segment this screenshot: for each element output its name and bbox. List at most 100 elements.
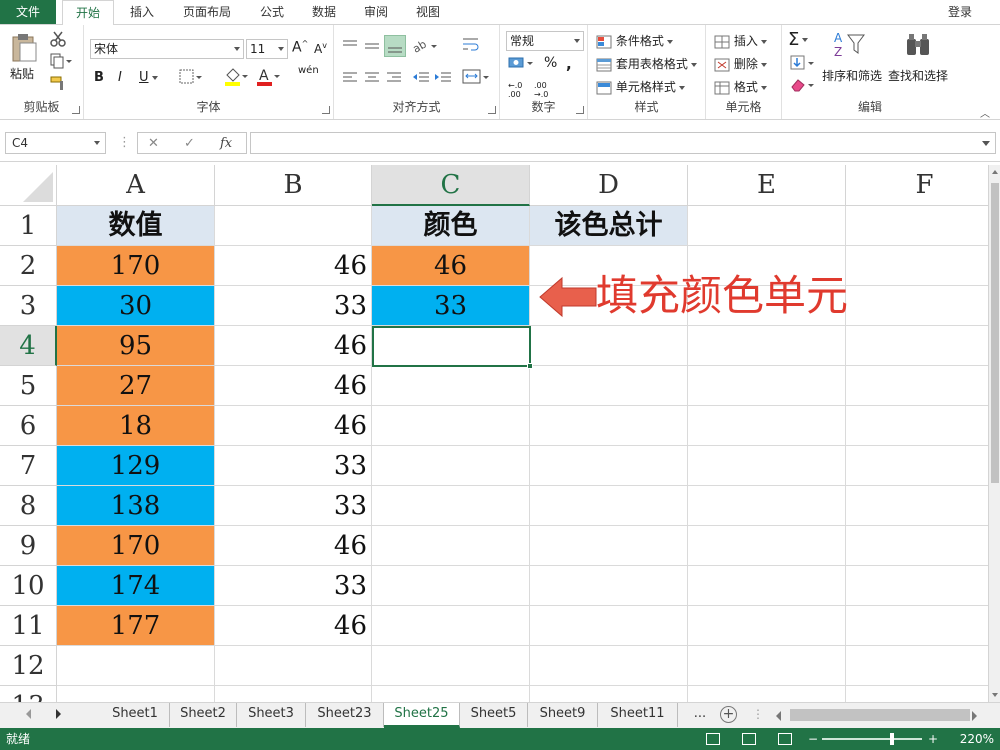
delete-cells-button[interactable]: 删除 [714,55,767,72]
cell-a4[interactable]: 95 [57,326,215,366]
cell-c3[interactable]: 33 [372,286,530,326]
fill-color-icon[interactable] [224,67,248,90]
cell-d4[interactable] [530,326,688,366]
format-cells-button[interactable]: 格式 [714,78,767,95]
cell-a8[interactable]: 138 [57,486,215,526]
column-header-c[interactable]: C [372,165,530,206]
phonetic-icon[interactable]: wén [298,65,319,76]
fill-handle[interactable] [527,363,533,369]
zoom-slider-thumb[interactable] [890,733,894,745]
page-layout-view-icon[interactable] [742,733,756,745]
cell-b12[interactable] [215,646,372,686]
row-header-1[interactable]: 1 [0,206,57,246]
cell-b3[interactable]: 33 [215,286,372,326]
zoom-out-icon[interactable]: − [808,728,818,750]
cell-a2[interactable]: 170 [57,246,215,286]
align-center-icon[interactable] [364,71,380,88]
paste-button[interactable] [10,33,38,63]
cell-b10[interactable]: 33 [215,566,372,606]
column-header-a[interactable]: A [57,165,215,206]
tab-file[interactable]: 文件 [0,0,56,24]
sheet-tab-sheet25[interactable]: Sheet25 [384,703,460,728]
cell-d1[interactable]: 该色总计 [530,206,688,246]
number-launcher-icon[interactable] [576,106,584,114]
active-cell-selection[interactable] [372,326,533,369]
cell-e8[interactable] [688,486,846,526]
italic-icon[interactable]: I [118,70,122,85]
cell-d10[interactable] [530,566,688,606]
borders-icon[interactable] [179,69,203,88]
binoculars-icon[interactable] [904,31,932,62]
cell-b1[interactable] [215,206,372,246]
cell-d9[interactable] [530,526,688,566]
cell-e11[interactable] [688,606,846,646]
cell-e5[interactable] [688,366,846,406]
font-name-select[interactable]: 宋体 [90,39,244,59]
tab-insert[interactable]: 插入 [120,0,164,24]
sheet-tab-sheet2[interactable]: Sheet2 [170,703,237,727]
cell-c1[interactable]: 颜色 [372,206,530,246]
scroll-thumb[interactable] [991,183,999,483]
shrink-font-icon[interactable]: Av [314,41,327,56]
more-sheets-icon[interactable]: ... [680,703,720,727]
hscroll-right-icon[interactable] [972,711,977,721]
fill-icon[interactable] [790,55,816,74]
scroll-up-icon[interactable] [992,170,998,174]
cut-icon[interactable] [50,31,66,50]
cell-d11[interactable] [530,606,688,646]
tab-formulas[interactable]: 公式 [250,0,294,24]
increase-indent-icon[interactable] [434,71,452,88]
cell-c12[interactable] [372,646,530,686]
column-header-e[interactable]: E [688,165,846,206]
tab-home[interactable]: 开始 [62,0,114,25]
expand-formula-icon[interactable] [982,141,990,146]
cell-f10[interactable] [846,566,988,606]
cell-a12[interactable] [57,646,215,686]
worksheet-grid[interactable]: ABCDEF 12345678910111213 数值颜色该色总计1704646… [0,165,988,702]
format-as-table-button[interactable]: 套用表格格式 [596,55,697,72]
cell-f6[interactable] [846,406,988,446]
confirm-entry-icon[interactable]: ✓ [184,133,195,155]
merge-center-icon[interactable] [462,69,490,88]
normal-view-icon[interactable] [706,733,720,745]
cell-a11[interactable]: 177 [57,606,215,646]
cell-c2[interactable]: 46 [372,246,530,286]
cell-a1[interactable]: 数值 [57,206,215,246]
cell-b6[interactable]: 46 [215,406,372,446]
cell-a6[interactable]: 18 [57,406,215,446]
cell-f2[interactable] [846,246,988,286]
currency-icon[interactable] [508,55,534,74]
align-middle-icon[interactable] [364,39,380,56]
zoom-slider[interactable] [822,738,922,740]
sort-filter-icon[interactable]: AZ [832,29,868,64]
align-bottom-icon[interactable] [384,35,406,57]
font-color-icon[interactable]: A [256,67,280,90]
bold-icon[interactable]: B [94,70,104,85]
row-header-6[interactable]: 6 [0,406,57,446]
row-header-4[interactable]: 4 [0,326,57,366]
tab-splitter-icon[interactable]: ⋮ [752,707,764,721]
wrap-text-icon[interactable] [462,37,480,56]
cell-b8[interactable]: 33 [215,486,372,526]
row-header-5[interactable]: 5 [0,366,57,406]
conditional-format-button[interactable]: 条件格式 [596,32,673,49]
align-top-icon[interactable] [342,39,358,56]
tab-page-layout[interactable]: 页面布局 [172,0,242,24]
column-header-f[interactable]: F [846,165,988,206]
cell-styles-button[interactable]: 单元格样式 [596,78,685,95]
row-header-12[interactable]: 12 [0,646,57,686]
percent-icon[interactable]: % [544,55,557,71]
sheet-tab-sheet11[interactable]: Sheet11 [598,703,678,727]
column-header-d[interactable]: D [530,165,688,206]
decrease-indent-icon[interactable] [412,71,430,88]
cell-b9[interactable]: 46 [215,526,372,566]
cell-c5[interactable] [372,366,530,406]
find-select-label[interactable]: 查找和选择 [888,67,948,84]
cell-d8[interactable] [530,486,688,526]
insert-function-icon[interactable]: fx [220,133,232,155]
cell-d12[interactable] [530,646,688,686]
cell-c11[interactable] [372,606,530,646]
align-left-icon[interactable] [342,71,358,88]
cell-e12[interactable] [688,646,846,686]
format-painter-icon[interactable] [50,75,66,94]
